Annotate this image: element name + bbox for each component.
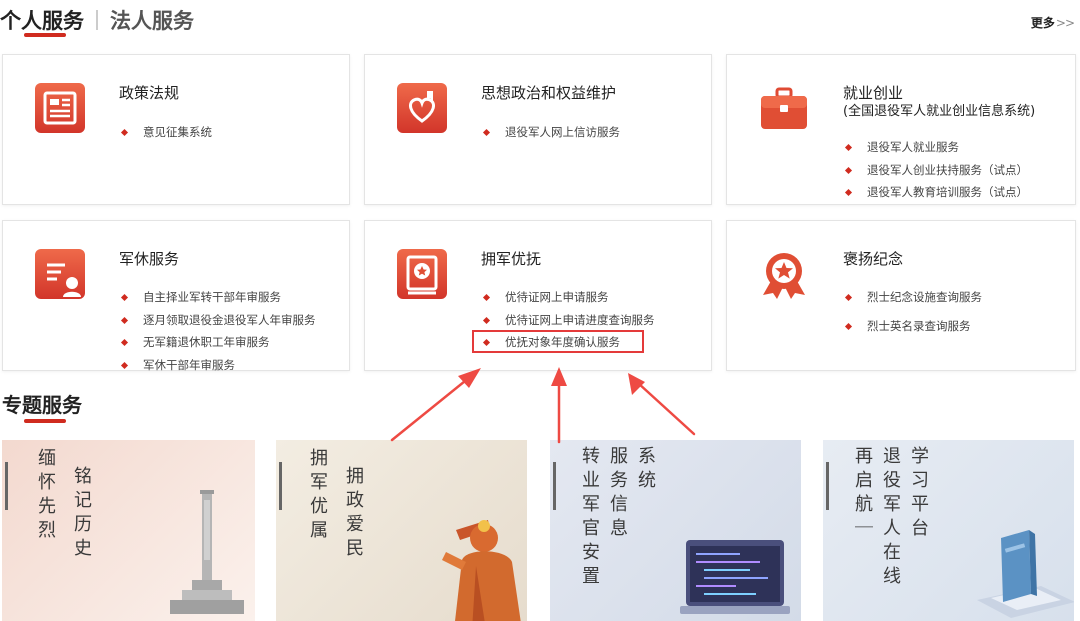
monument-icon (170, 490, 244, 614)
card-title[interactable]: 军休服务 (119, 249, 179, 269)
topic-tile-online-learning[interactable]: 再启航｜ 退役军人在线 学习平台 (823, 440, 1074, 621)
active-tab-indicator (24, 33, 66, 37)
tile-text-col1: 再启航｜ (852, 446, 873, 542)
tile-text-col3: 系统 (635, 446, 656, 494)
service-list: 意见征集系统 (121, 121, 212, 144)
service-card-retired-cadres: 军休服务 自主择业军转干部年审服务 逐月领取退役金退役军人年审服务 无军籍退休职… (2, 220, 350, 372)
star-book-icon (397, 249, 447, 299)
service-list: 退役军人就业服务 退役军人创业扶持服务（试点） 退役军人教育培训服务（试点） (845, 136, 1028, 204)
more-link[interactable]: 更多>> (1030, 14, 1075, 31)
more-label: 更多 (1030, 16, 1055, 30)
tile-accent-bar (826, 462, 829, 510)
card-subtitle: (全国退役军人就业创业信息系统) (843, 104, 1036, 119)
tile-accent-bar (5, 462, 8, 510)
service-link[interactable]: 退役军人教育培训服务（试点） (845, 181, 1028, 204)
medal-star-icon (759, 249, 809, 299)
service-link[interactable]: 自主择业军转干部年审服务 (121, 286, 316, 309)
section-title-underline (24, 419, 66, 423)
tile-text-col3: 学习平台 (908, 446, 929, 542)
book-icon (977, 530, 1074, 618)
tile-accent-bar (553, 462, 556, 510)
tab-legal-services[interactable]: 法人服务 (110, 5, 194, 35)
card-title[interactable]: 拥军优抚 (481, 249, 541, 269)
tile-text-col1: 转业军官安置 (579, 446, 600, 590)
tab-divider (96, 10, 98, 30)
service-link[interactable]: 退役军人网上信访服务 (483, 121, 620, 144)
certificate-user-icon (35, 249, 85, 299)
tab-personal-services[interactable]: 个人服务 (0, 5, 84, 35)
tile-accent-bar (279, 462, 282, 510)
arrow-right-head (628, 373, 645, 395)
tile-text-col2: 退役军人在线 (880, 446, 901, 590)
card-title[interactable]: 政策法规 (119, 83, 179, 103)
service-link[interactable]: 逐月领取退役金退役军人年审服务 (121, 309, 316, 332)
laptop-code-icon (680, 540, 790, 614)
arrow-left-shaft (390, 375, 472, 442)
topic-tile-support-military[interactable]: 拥军优属 拥政爱民 (276, 440, 527, 621)
tile-text-col1: 拥军优属 (307, 448, 328, 544)
section-title: 专题服务 (2, 393, 82, 417)
service-link[interactable]: 优待证网上申请进度查询服务 (483, 309, 655, 332)
service-link[interactable]: 退役军人创业扶持服务（试点） (845, 159, 1028, 182)
service-link[interactable]: 意见征集系统 (121, 121, 212, 144)
topic-tile-remember-martyrs[interactable]: 缅怀先烈 铭记历史 (2, 440, 255, 621)
service-card-politics-rights: 思想政治和权益维护 退役军人网上信访服务 (364, 54, 712, 205)
tile-text-col2: 铭记历史 (71, 466, 92, 562)
service-card-employment: 就业创业 (全国退役军人就业创业信息系统) 退役军人就业服务 退役军人创业扶持服… (726, 54, 1076, 205)
service-card-commemoration: 褒扬纪念 烈士纪念设施查询服务 烈士英名录查询服务 (726, 220, 1076, 371)
service-list: 退役军人网上信访服务 (483, 121, 620, 144)
tile-text-col1: 缅怀先烈 (35, 448, 56, 544)
more-arrows-icon: >> (1055, 16, 1075, 30)
card-title[interactable]: 思想政治和权益维护 (481, 83, 616, 103)
card-title[interactable]: 褒扬纪念 (843, 249, 903, 269)
service-link[interactable]: 军休干部年审服务 (121, 354, 316, 377)
service-link[interactable]: 优待证网上申请服务 (483, 286, 655, 309)
arrow-left-head (458, 368, 481, 388)
heart-bookmark-icon (397, 83, 447, 133)
saluting-soldier-icon (442, 520, 521, 621)
briefcase-icon (759, 83, 809, 133)
card-title[interactable]: 就业创业 (843, 83, 903, 103)
service-list: 自主择业军转干部年审服务 逐月领取退役金退役军人年审服务 无军籍退休职工年审服务… (121, 286, 316, 376)
service-link[interactable]: 退役军人就业服务 (845, 136, 1028, 159)
service-link[interactable]: 烈士英名录查询服务 (845, 315, 982, 338)
document-icon (35, 83, 85, 133)
service-list: 烈士纪念设施查询服务 烈士英名录查询服务 (845, 286, 982, 337)
topic-tile-officer-placement[interactable]: 转业军官安置 服务信息 系统 (550, 440, 801, 621)
service-link[interactable]: 烈士纪念设施查询服务 (845, 286, 982, 309)
arrow-right-shaft (636, 381, 696, 436)
service-link[interactable]: 无军籍退休职工年审服务 (121, 331, 316, 354)
service-card-policy: 政策法规 意见征集系统 (2, 54, 350, 205)
tile-text-col2: 拥政爱民 (343, 466, 364, 562)
tile-text-col2: 服务信息 (607, 446, 628, 542)
highlight-box (472, 330, 644, 353)
